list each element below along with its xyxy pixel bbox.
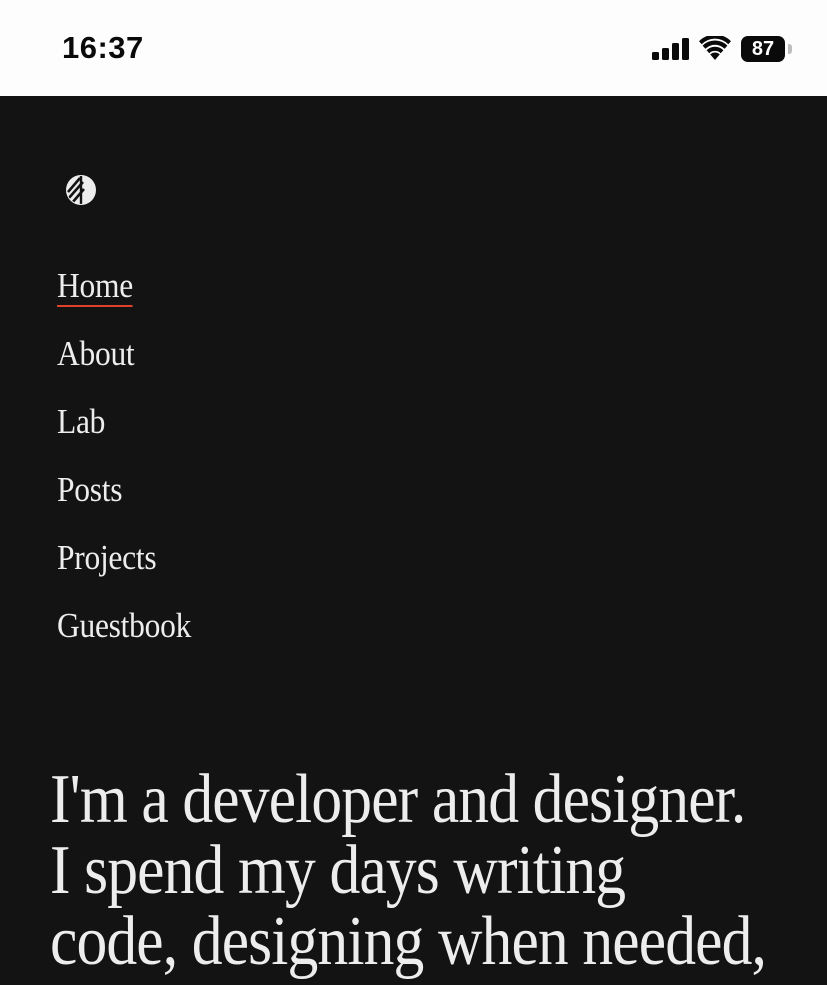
battery-icon: 87: [741, 36, 793, 62]
nav-item-guestbook[interactable]: Guestbook: [57, 606, 191, 674]
site-main: Home About Lab Posts Projects Guestbook …: [0, 96, 827, 985]
nav-item-label: Projects: [57, 538, 157, 577]
status-time: 16:37: [62, 30, 144, 65]
nav-item-label: Lab: [57, 402, 106, 441]
nav-item-lab[interactable]: Lab: [57, 402, 191, 470]
nav-item-projects[interactable]: Projects: [57, 538, 191, 606]
nav-item-label: Home: [57, 266, 133, 307]
nav-item-label: Guestbook: [57, 606, 192, 645]
status-bar: 16:37 87: [0, 0, 827, 96]
nav-item-posts[interactable]: Posts: [57, 470, 191, 538]
main-nav: Home About Lab Posts Projects Guestbook: [57, 266, 206, 674]
striped-circle-logo-icon[interactable]: [64, 173, 98, 207]
hero-line: I spend my days writing: [50, 832, 626, 909]
battery-cap: [788, 44, 792, 54]
signal-icon: [652, 38, 689, 60]
hero-line: I'm a developer and designer.: [50, 761, 746, 838]
hero-intro: I'm a developer and designer. I spend my…: [50, 761, 767, 980]
battery-level: 87: [751, 38, 775, 60]
wifi-icon: [699, 36, 731, 60]
nav-item-about[interactable]: About: [57, 334, 191, 402]
nav-item-label: About: [57, 334, 135, 373]
nav-item-label: Posts: [57, 470, 123, 509]
nav-item-home[interactable]: Home: [57, 266, 191, 334]
hero-line: code, designing when needed,: [50, 903, 767, 980]
